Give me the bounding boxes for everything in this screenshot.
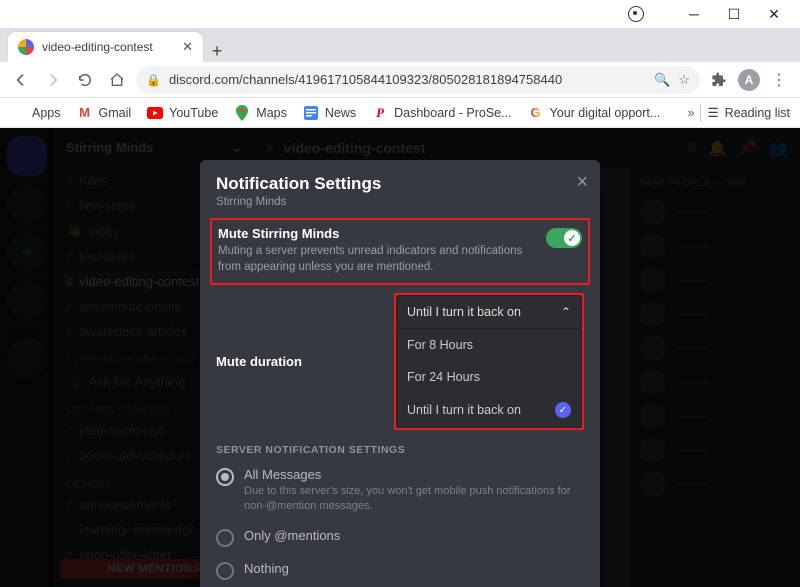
gmail-icon: M	[77, 105, 93, 121]
radio-icon	[216, 468, 234, 486]
mute-toggle[interactable]: ✓	[546, 228, 582, 248]
mute-highlight-box: Mute Stirring Minds Muting a server prev…	[210, 218, 590, 285]
google-icon: G	[528, 105, 544, 121]
zoom-icon[interactable]: 🔍	[654, 72, 670, 88]
tab-title: video-editing-contest	[42, 40, 176, 54]
reading-list-button[interactable]: » ☰ Reading list	[688, 104, 791, 122]
chevron-up-icon: ⌃	[561, 305, 571, 319]
discord-favicon-icon	[18, 39, 34, 55]
bookmark-digital-opport[interactable]: GYour digital opport...	[528, 105, 661, 121]
reload-button[interactable]	[72, 67, 98, 93]
discord-app: + Stirring Minds⌄ #rules #first-steps 👋l…	[0, 128, 800, 587]
lock-icon: 🔒	[146, 73, 161, 87]
tab-strip: video-editing-contest ✕ +	[0, 28, 800, 62]
apps-icon	[10, 105, 26, 121]
browser-tab[interactable]: video-editing-contest ✕	[8, 32, 203, 62]
bookmark-gmail[interactable]: MGmail	[77, 105, 132, 121]
bookmark-apps[interactable]: Apps	[10, 105, 61, 121]
new-tab-button[interactable]: +	[203, 41, 231, 62]
radio-only-mentions[interactable]: Only @mentions	[200, 521, 600, 554]
bookmark-youtube[interactable]: YouTube	[147, 105, 218, 121]
bookmarks-bar: Apps MGmail YouTube Maps News PDashboard…	[0, 98, 800, 128]
chevron-right-icon: »	[688, 106, 695, 120]
radio-description: Due to this server's size, you won't get…	[244, 484, 584, 514]
pinterest-icon: P	[372, 105, 388, 121]
window-close-button[interactable]: ✕	[754, 2, 794, 26]
radio-label: All Messages	[244, 467, 584, 482]
radio-label: Nothing	[244, 561, 289, 576]
profile-avatar[interactable]: A	[738, 69, 760, 91]
modal-overlay[interactable]: × Notification Settings Stirring Minds M…	[0, 128, 800, 587]
youtube-icon	[147, 105, 163, 121]
maps-icon	[234, 105, 250, 121]
menu-button[interactable]: ⋮	[766, 67, 792, 93]
radio-icon	[216, 562, 234, 580]
radio-nothing[interactable]: Nothing	[200, 554, 600, 587]
duration-option-selected[interactable]: Until I turn it back on✓	[397, 393, 581, 427]
reading-list-icon: ☰	[707, 105, 718, 120]
radio-all-messages[interactable]: All Messages Due to this server's size, …	[200, 460, 600, 521]
mute-description: Muting a server prevents unread indicato…	[218, 244, 536, 275]
news-icon	[303, 105, 319, 121]
address-bar[interactable]: 🔒 discord.com/channels/41961710584410932…	[136, 66, 700, 94]
modal-title: Notification Settings	[216, 174, 584, 194]
duration-option[interactable]: For 24 Hours	[397, 361, 581, 393]
duration-dropdown: For 8 Hours For 24 Hours Until I turn it…	[396, 329, 582, 428]
tab-close-icon[interactable]: ✕	[182, 39, 193, 55]
duration-highlight-box: Until I turn it back on ⌃ For 8 Hours Fo…	[394, 293, 584, 430]
check-icon: ✓	[564, 230, 580, 246]
mute-duration-label: Mute duration	[216, 354, 394, 369]
mute-title: Mute Stirring Minds	[218, 226, 536, 241]
bookmark-dashboard[interactable]: PDashboard - ProSe...	[372, 105, 511, 121]
star-icon[interactable]: ☆	[678, 72, 690, 88]
server-notif-header: SERVER NOTIFICATION SETTINGS	[200, 430, 600, 460]
selected-value: Until I turn it back on	[407, 305, 521, 319]
forward-button[interactable]	[40, 67, 66, 93]
modal-subtitle: Stirring Minds	[216, 196, 584, 208]
bookmark-maps[interactable]: Maps	[234, 105, 287, 121]
profile-indicator-icon	[628, 6, 644, 22]
window-maximize-button[interactable]: ☐	[714, 2, 754, 26]
radio-label: Only @mentions	[244, 528, 340, 543]
extensions-button[interactable]	[706, 67, 732, 93]
notification-settings-modal: × Notification Settings Stirring Minds M…	[200, 160, 600, 587]
close-button[interactable]: ×	[576, 172, 588, 192]
mute-duration-select[interactable]: Until I turn it back on ⌃	[396, 295, 582, 329]
url-text: discord.com/channels/419617105844109323/…	[169, 72, 646, 87]
duration-option[interactable]: For 8 Hours	[397, 329, 581, 361]
window-minimize-button[interactable]: ─	[674, 2, 714, 26]
home-button[interactable]	[104, 67, 130, 93]
radio-icon	[216, 529, 234, 547]
browser-toolbar: 🔒 discord.com/channels/41961710584410932…	[0, 62, 800, 98]
bookmark-news[interactable]: News	[303, 105, 356, 121]
back-button[interactable]	[8, 67, 34, 93]
window-titlebar: ─ ☐ ✕	[0, 0, 800, 28]
check-icon: ✓	[555, 402, 571, 418]
